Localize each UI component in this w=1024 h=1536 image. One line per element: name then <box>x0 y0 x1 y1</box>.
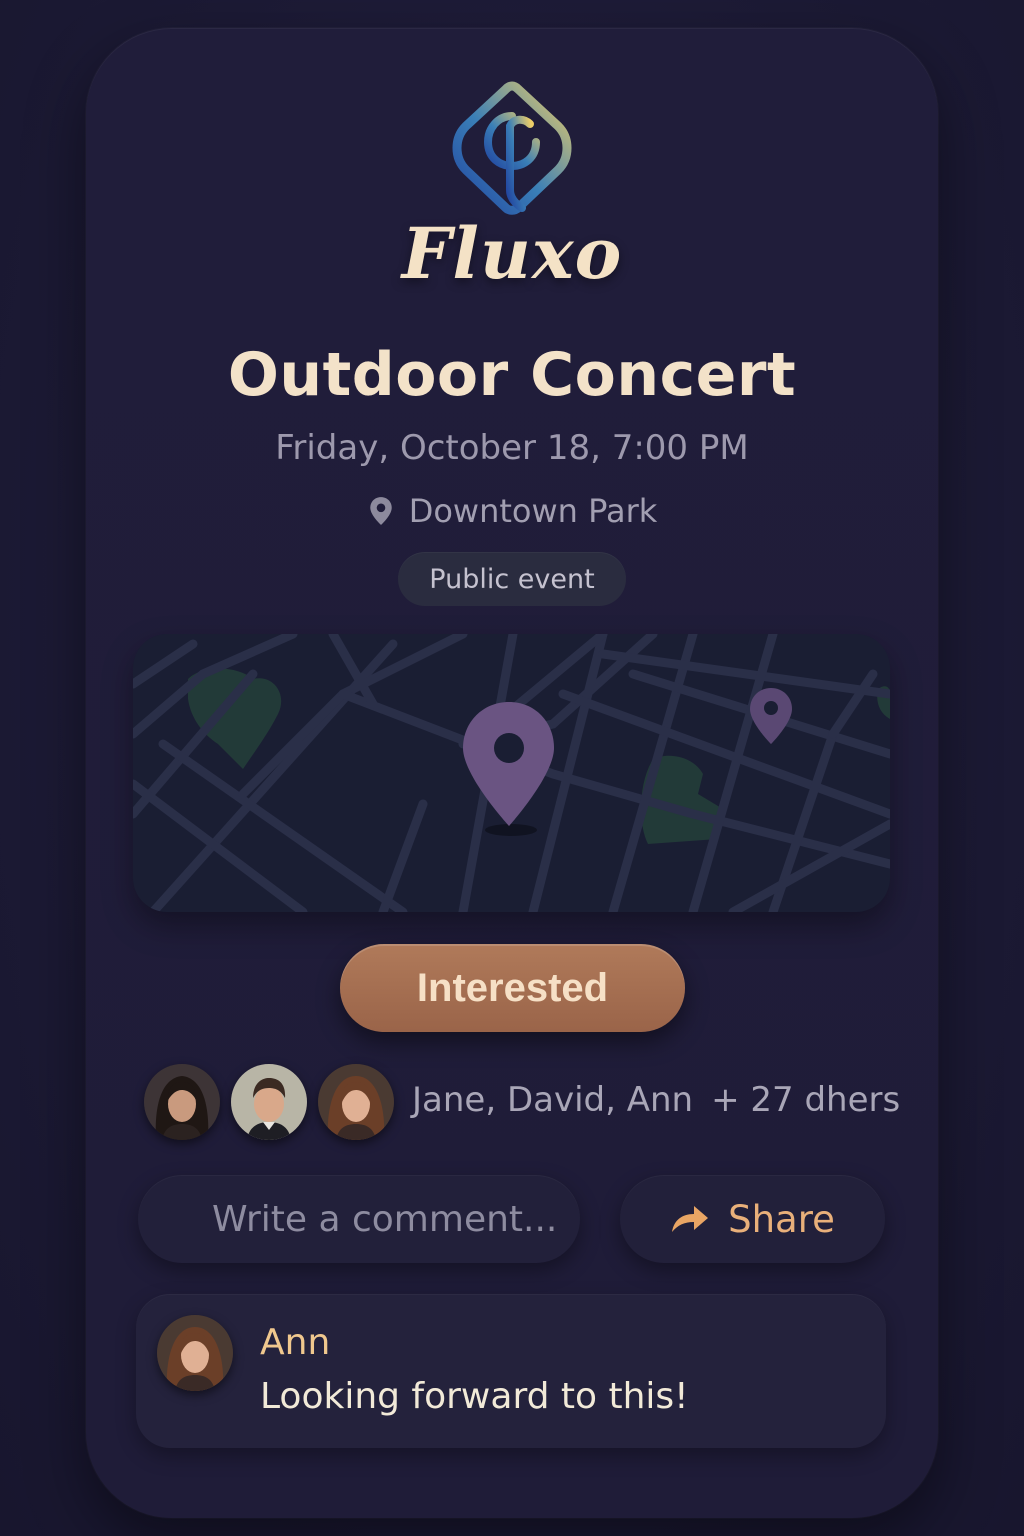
avatar-jane[interactable] <box>144 1064 220 1140</box>
attendees-more: + 27 dhers <box>711 1080 901 1120</box>
avatar-ann[interactable] <box>318 1064 394 1140</box>
avatar-david[interactable] <box>231 1064 307 1140</box>
comment-item <box>136 1294 886 1448</box>
comment-input[interactable] <box>138 1175 580 1263</box>
event-map[interactable] <box>133 634 890 912</box>
brand-name: Fluxo <box>401 212 623 295</box>
interested-button[interactable]: Interested <box>340 944 685 1032</box>
event-location[interactable]: Downtown Park <box>0 492 1024 530</box>
visibility-badge: Public event <box>398 552 626 606</box>
attendee-names: Jane, David, Ann <box>412 1080 694 1120</box>
avatar-ann[interactable] <box>157 1315 233 1391</box>
map-pin-icon[interactable] <box>750 688 792 744</box>
attendees-summary[interactable]: Jane, David, Ann + 27 dhers <box>412 1080 900 1120</box>
comment-author[interactable]: Ann <box>260 1322 330 1363</box>
map-pin-icon <box>369 497 392 525</box>
share-label: Share <box>728 1197 835 1241</box>
share-arrow-icon <box>672 1206 709 1232</box>
park-area <box>188 668 282 769</box>
map-graphic <box>133 634 890 912</box>
event-title: Outdoor Concert <box>227 340 797 410</box>
location-label: Downtown Park <box>408 492 658 530</box>
comment-text: Looking forward to this! <box>260 1376 689 1417</box>
fluxo-logo-icon <box>452 81 572 215</box>
event-datetime: Friday, October 18, 7:00 PM <box>275 428 749 468</box>
share-button[interactable]: Share <box>620 1175 885 1263</box>
